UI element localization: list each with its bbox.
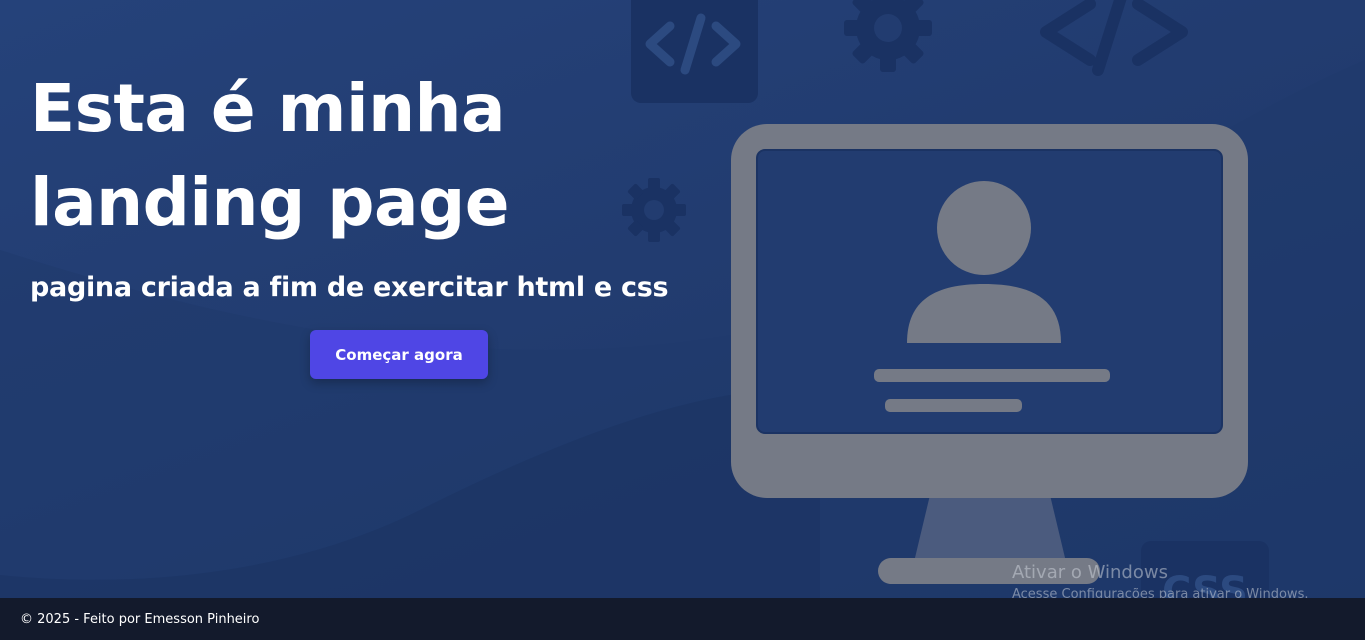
page-subtitle: pagina criada a fim de exercitar html e … xyxy=(30,272,669,303)
hero-section: CSS Esta é minha landing page pagina cri… xyxy=(0,0,1365,598)
monitor-user-icon xyxy=(731,124,1248,584)
watermark-title: Ativar o Windows xyxy=(1012,562,1168,583)
gear-icon xyxy=(844,0,932,72)
windows-activation-watermark: Ativar o Windows Acesse Configurações pa… xyxy=(1012,562,1308,598)
page-footer: © 2025 - Feito por Emesson Pinheiro xyxy=(0,598,1365,640)
code-icon xyxy=(1040,0,1188,76)
watermark-subtitle: Acesse Configurações para ativar o Windo… xyxy=(1012,587,1309,598)
page-title: Esta é minha landing page xyxy=(30,70,510,241)
get-started-button[interactable]: Começar agora xyxy=(310,330,488,379)
footer-copyright: © 2025 - Feito por Emesson Pinheiro xyxy=(20,611,260,627)
